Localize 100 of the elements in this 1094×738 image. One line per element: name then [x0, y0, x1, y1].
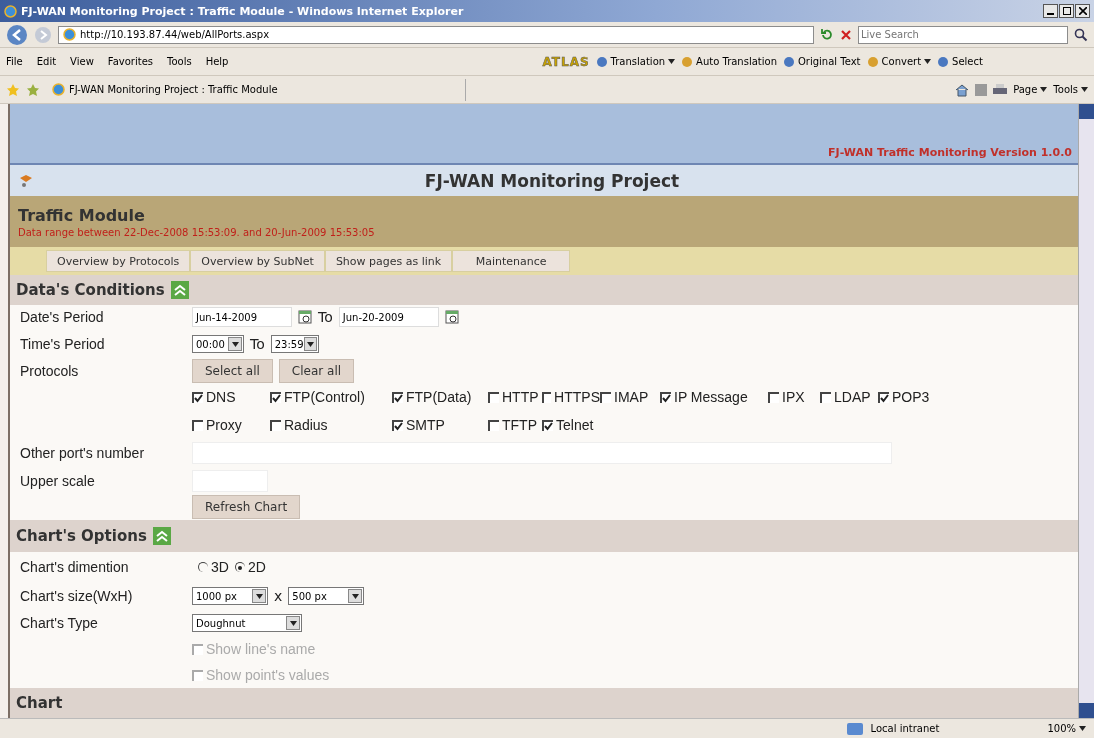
height-select[interactable]: 500 px — [288, 587, 365, 605]
maximize-button[interactable] — [1059, 4, 1074, 18]
select-all-button[interactable]: Select all — [192, 359, 273, 383]
caret-icon — [1081, 87, 1088, 92]
caret-icon — [924, 59, 932, 64]
section-title: Data's Conditions — [16, 281, 165, 299]
protocol-checkbox[interactable]: HTTPS — [542, 389, 600, 405]
stop-icon[interactable] — [840, 28, 852, 41]
protocol-checkbox[interactable]: FTP(Control) — [270, 389, 392, 405]
back-icon[interactable] — [6, 23, 28, 46]
module-title: Traffic Module — [18, 205, 146, 225]
caret-icon — [255, 593, 263, 599]
collapse-icon[interactable] — [152, 527, 171, 545]
toolbar-button[interactable]: Select — [937, 55, 983, 68]
toolbar-icon — [937, 55, 950, 68]
checkmark-icon — [880, 393, 889, 403]
nav-button[interactable]: Overview by SubNet — [190, 250, 325, 273]
toolbar-button[interactable]: Convert — [866, 55, 932, 68]
protocol-checkbox[interactable]: SMTP — [392, 417, 488, 433]
menu-item[interactable]: View — [70, 56, 94, 67]
menu-item[interactable]: File — [6, 56, 23, 67]
search-icon[interactable] — [1074, 27, 1088, 42]
caret-icon — [1079, 726, 1086, 731]
star-icon[interactable] — [6, 82, 20, 97]
field-label: Other port's number — [20, 445, 146, 461]
time-select[interactable]: 00:00 — [192, 335, 244, 353]
section-title: Chart's Options — [16, 527, 147, 545]
refresh-chart-button[interactable]: Refresh Chart — [192, 495, 301, 519]
address-field[interactable]: http://10.193.87.44/web/AllPorts.aspx — [58, 25, 814, 44]
protocol-checkbox[interactable]: TFTP — [488, 417, 542, 433]
checkmark-icon — [544, 421, 553, 431]
nav-button[interactable]: Overview by Protocols — [46, 250, 191, 273]
nav-button[interactable]: Maintenance — [452, 250, 571, 273]
checkmark-icon — [394, 421, 403, 431]
time-select[interactable]: 23:59 — [270, 335, 319, 353]
collapse-icon[interactable] — [170, 281, 189, 299]
protocol-checkbox[interactable]: IPX — [768, 389, 820, 405]
protocol-checkbox[interactable]: HTTP — [488, 389, 542, 405]
menu-item[interactable]: Help — [205, 56, 229, 67]
field-label: Chart's size(WxH) — [20, 588, 134, 604]
protocol-checkbox[interactable]: FTP(Data) — [392, 389, 488, 405]
calendar-icon[interactable] — [298, 310, 312, 324]
checkmark-icon — [272, 393, 281, 403]
menu-item[interactable]: Edit — [36, 56, 57, 67]
caret-icon — [231, 341, 239, 347]
field-label: Date's Period — [20, 309, 105, 325]
protocol-checkbox[interactable]: Proxy — [192, 417, 270, 433]
protocol-checkbox[interactable]: Radius — [270, 417, 392, 433]
field-label: Chart's Type — [20, 615, 99, 631]
protocol-checkbox[interactable]: LDAP — [820, 389, 878, 405]
search-field[interactable]: Live Search — [858, 25, 1068, 44]
logo-icon — [18, 173, 34, 188]
zone-text: Local intranet — [870, 723, 940, 734]
browser-tab[interactable]: FJ-WAN Monitoring Project : Traffic Module — [46, 78, 466, 101]
checkmark-icon — [394, 393, 403, 403]
date-field[interactable]: Jun-14-2009 — [192, 307, 292, 327]
dimension-radio[interactable]: 2D — [234, 559, 266, 575]
field-label: Upper scale — [20, 472, 96, 489]
to-label: To — [250, 336, 265, 352]
protocol-checkbox[interactable]: IP Message — [660, 389, 768, 405]
field-label: Protocols — [20, 363, 80, 379]
close-button[interactable] — [1075, 4, 1090, 18]
scrollbar[interactable] — [1078, 104, 1094, 718]
protocol-checkbox[interactable]: DNS — [192, 389, 270, 405]
section-title: Chart — [16, 694, 63, 712]
menu-item[interactable]: Tools — [167, 56, 192, 67]
data-range-text: Data range between 22-Dec-2008 15:53:09. and 20-Jun-2009 15:53:05 — [18, 226, 376, 238]
dimension-radio[interactable]: 3D — [198, 559, 229, 575]
refresh-icon[interactable] — [820, 27, 834, 42]
to-label: To — [318, 309, 333, 325]
menu-item[interactable]: Favorites — [107, 56, 153, 67]
field-label: Chart's dimention — [20, 559, 130, 575]
date-field[interactable]: Jun-20-2009 — [338, 307, 439, 327]
toolbar-icon — [783, 55, 795, 68]
toolbar-button[interactable]: Auto Translation — [681, 55, 777, 68]
nav-button[interactable]: Show pages as link — [324, 250, 453, 273]
caret-icon — [289, 620, 297, 626]
command-button[interactable]: Page — [1013, 84, 1048, 95]
caret-icon — [306, 341, 314, 347]
home-icon[interactable] — [955, 82, 970, 97]
protocol-checkbox[interactable]: Telnet — [542, 417, 600, 433]
protocol-checkbox[interactable]: IMAP — [600, 389, 660, 405]
zoom-button[interactable]: 100% — [1047, 723, 1086, 734]
close-icon — [1078, 7, 1087, 15]
maximize-icon — [1062, 7, 1071, 15]
clear-all-button[interactable]: Clear all — [278, 359, 355, 383]
width-select[interactable]: 1000 px — [192, 587, 268, 605]
checkmark-icon — [194, 393, 203, 403]
toolbar-icon — [681, 55, 694, 68]
window-title: FJ-WAN Monitoring Project : Traffic Module - Windows Internet Explorer — [21, 4, 464, 18]
checkmark-icon — [662, 393, 671, 403]
chart-type-select[interactable]: Doughnut — [192, 614, 302, 632]
toolbar-button[interactable]: Original Text — [783, 55, 861, 68]
minimize-button[interactable] — [1043, 4, 1058, 18]
protocol-checkbox[interactable]: POP3 — [878, 389, 948, 405]
calendar-icon[interactable] — [444, 310, 459, 324]
printer-icon[interactable] — [993, 83, 1008, 96]
toolbar-icon — [595, 55, 608, 68]
toolbar-button[interactable]: Translation — [595, 55, 676, 68]
command-button[interactable]: Tools — [1053, 84, 1088, 95]
